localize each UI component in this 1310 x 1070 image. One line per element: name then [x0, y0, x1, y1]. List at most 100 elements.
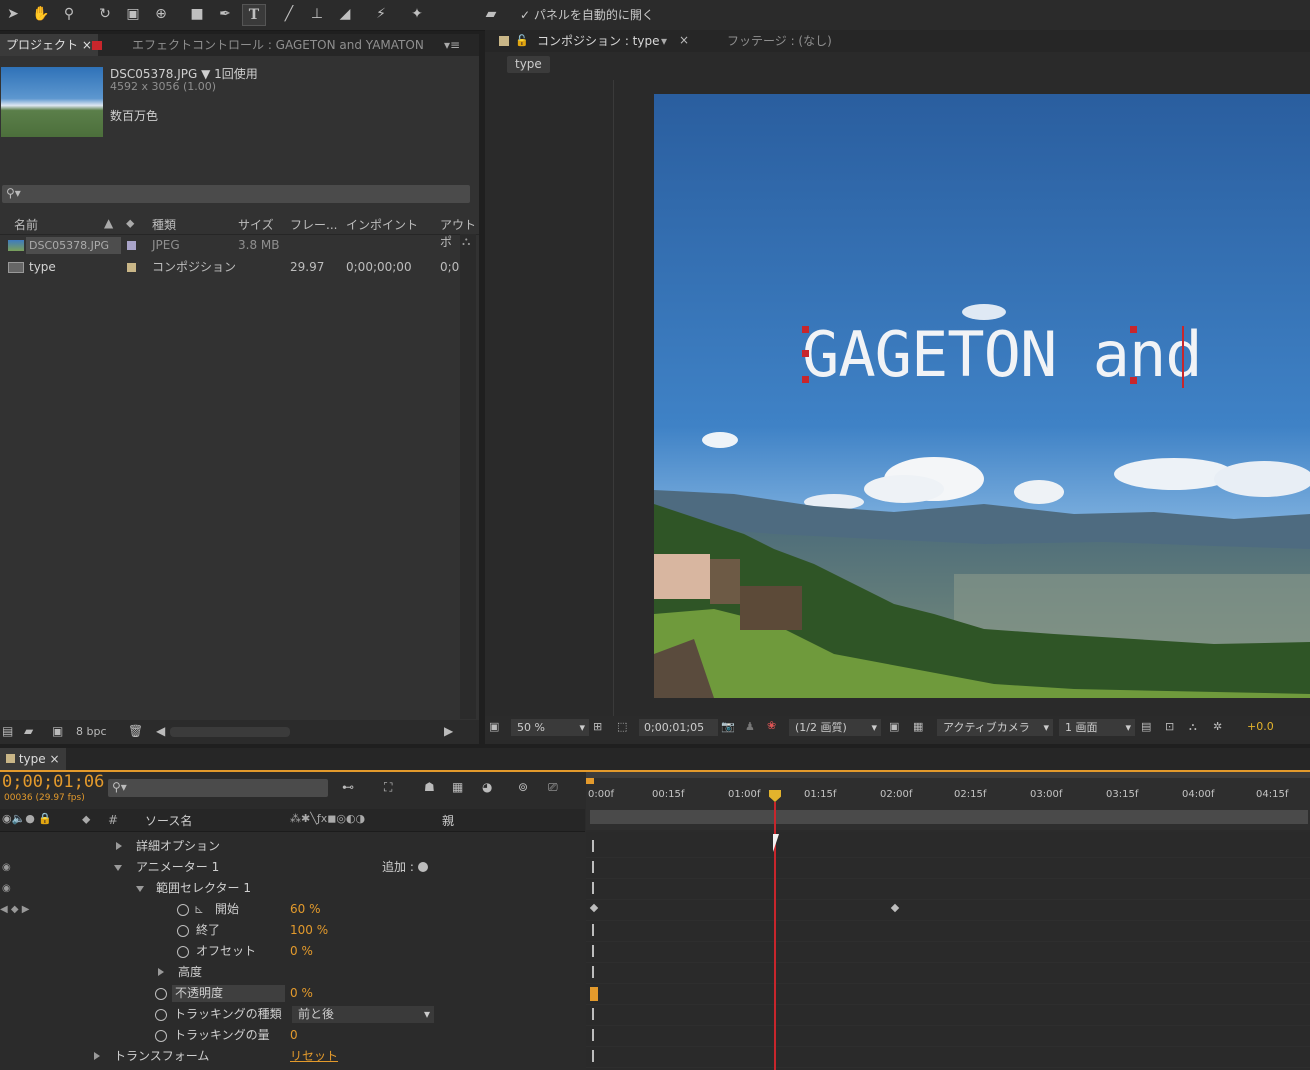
shy-layers-icon[interactable]: ☗ — [424, 780, 435, 794]
puppet-tool-icon[interactable]: ✦ — [406, 4, 428, 24]
flowchart-icon[interactable]: ⛬ — [462, 234, 470, 249]
view-layout-dropdown[interactable]: 1 画面 ▾ — [1059, 719, 1135, 736]
folder-icon[interactable]: ▰ — [480, 4, 502, 24]
transparency-grid-icon[interactable]: ▦ — [913, 720, 923, 733]
stopwatch-icon[interactable] — [155, 1009, 167, 1021]
new-composition-icon[interactable]: ▣ — [52, 724, 63, 738]
rotate-tool-icon[interactable]: ↻ — [94, 4, 116, 24]
interpret-footage-icon[interactable]: ▤ — [2, 724, 13, 738]
project-scrollbar[interactable]: ⛬ — [460, 234, 476, 719]
brush-tool-icon[interactable]: ╱ — [278, 4, 300, 24]
composition-viewer[interactable]: GAGETON and — [654, 94, 1310, 698]
collapse-arrow-icon[interactable] — [136, 886, 144, 892]
label-color-swatch[interactable] — [127, 263, 136, 272]
work-area-range[interactable] — [590, 810, 1308, 824]
column-name[interactable]: 名前 — [14, 216, 38, 233]
property-value[interactable]: 0 — [290, 1025, 298, 1046]
project-item-row[interactable]: DSC05378.JPG JPEG 3.8 MB — [0, 235, 459, 256]
property-row-tracking-type[interactable]: トラッキングの種類 前と後 ▾ — [0, 1004, 585, 1025]
graph-editor-icon[interactable]: ⊚ — [518, 780, 528, 794]
property-row-tracking-amount[interactable]: トラッキングの量 0 — [0, 1025, 585, 1046]
always-preview-icon[interactable]: ▣ — [489, 720, 499, 733]
stopwatch-icon[interactable] — [177, 904, 189, 916]
pen-tool-icon[interactable]: ✒ — [214, 4, 236, 24]
horizontal-scrollbar-thumb[interactable] — [170, 727, 290, 737]
fit-icon[interactable]: ⊞ — [593, 720, 602, 733]
selection-tool-icon[interactable]: ➤ — [2, 4, 24, 24]
stopwatch-icon[interactable] — [155, 988, 167, 1000]
layer-handle[interactable] — [802, 376, 809, 383]
timeline-search-input[interactable]: ⚲▾ — [108, 779, 328, 797]
camera-dropdown[interactable]: アクティブカメラ ▾ — [937, 719, 1053, 736]
comp-dropdown-icon[interactable]: ▾ — [661, 34, 667, 48]
auto-open-panels-checkbox[interactable]: ✓ パネルを自動的に開く — [520, 6, 654, 23]
roto-brush-tool-icon[interactable]: ⚡ — [370, 4, 392, 24]
column-frame[interactable]: フレー... — [290, 216, 337, 233]
current-timecode[interactable]: 0;00;01;06 — [2, 772, 104, 792]
layer-handle[interactable] — [1130, 377, 1137, 384]
eraser-tool-icon[interactable]: ◢ — [334, 4, 356, 24]
scroll-right-icon[interactable]: ▶ — [444, 724, 453, 738]
add-property-button[interactable]: 追加 : — [382, 857, 414, 878]
eye-icon[interactable]: ◉ — [2, 857, 11, 878]
property-value[interactable]: 60 % — [290, 899, 321, 920]
panel-menu-icon[interactable]: ▾≡ — [444, 38, 460, 52]
expand-arrow-icon[interactable] — [116, 842, 122, 850]
comp-flowchart-icon[interactable]: ⛬ — [1189, 720, 1197, 734]
snapshot-icon[interactable]: 📷 — [721, 720, 735, 733]
work-area-bar[interactable] — [586, 772, 1310, 778]
draft-3d-icon[interactable]: ⛶ — [384, 780, 392, 795]
scroll-left-icon[interactable]: ◀ — [156, 724, 165, 738]
text-layer-overlay[interactable]: GAGETON and — [802, 320, 1203, 390]
comp-flowchart-button[interactable]: type — [507, 56, 550, 73]
rectangle-tool-icon[interactable]: ■ — [186, 4, 208, 24]
property-row-end[interactable]: 終了 100 % — [0, 920, 585, 941]
label-tag-icon[interactable]: ⬥ — [82, 812, 90, 827]
clone-stamp-tool-icon[interactable]: ⊥ — [306, 4, 328, 24]
reset-link[interactable]: リセット — [290, 1046, 338, 1067]
property-value[interactable]: 0 % — [290, 941, 313, 962]
zoom-dropdown[interactable]: 50 % ▾ — [511, 719, 589, 736]
resolution-dropdown[interactable]: (1/2 画質) ▾ — [789, 719, 881, 736]
stopwatch-icon[interactable] — [177, 925, 189, 937]
property-value[interactable]: 100 % — [290, 920, 328, 941]
time-ruler[interactable] — [586, 772, 1310, 830]
label-color-swatch[interactable] — [127, 241, 136, 250]
motion-blur-icon[interactable]: ◕ — [482, 780, 492, 794]
comp-mini-flowchart-icon[interactable]: ⊷ — [342, 780, 354, 794]
hand-tool-icon[interactable]: ✋ — [30, 4, 52, 24]
render-queue-icon[interactable]: ⎚ — [548, 780, 558, 795]
expand-arrow-icon[interactable] — [158, 968, 164, 976]
column-inpoint[interactable]: インポイント — [346, 216, 418, 233]
pan-behind-tool-icon[interactable]: ⊕ — [150, 4, 172, 24]
tab-timeline-type[interactable]: type × — [0, 748, 66, 770]
close-icon[interactable]: × — [82, 38, 92, 52]
stopwatch-icon[interactable] — [177, 946, 189, 958]
text-tool-icon[interactable]: T — [242, 4, 266, 26]
layer-handle[interactable] — [802, 326, 809, 333]
tracking-type-dropdown[interactable]: 前と後 ▾ — [292, 1006, 434, 1023]
eye-icon[interactable]: ◉ — [2, 878, 11, 899]
layer-handle[interactable] — [1130, 326, 1137, 333]
property-row-advanced[interactable]: 高度 — [0, 962, 585, 983]
selected-marker-icon[interactable] — [590, 987, 598, 1001]
property-row-opacity[interactable]: 不透明度 0 % — [0, 983, 585, 1004]
av-features-icon[interactable]: ◉🔈● 🔒 — [2, 812, 52, 825]
graph-icon[interactable]: ⊾ — [194, 899, 204, 920]
tab-footage[interactable]: フッテージ : (なし) — [721, 30, 838, 52]
trash-icon[interactable]: 🗑 — [128, 724, 143, 738]
close-icon[interactable]: × — [49, 752, 59, 766]
property-row-offset[interactable]: オフセット 0 % — [0, 941, 585, 962]
switches-icon[interactable]: ⁂✱╲ƒx◼◎◐◑ — [290, 812, 365, 825]
property-value[interactable]: 0 % — [290, 983, 313, 1004]
stopwatch-icon[interactable] — [155, 1030, 167, 1042]
zoom-tool-icon[interactable]: ⚲ — [58, 4, 80, 24]
exposure-value[interactable]: +0.0 — [1247, 720, 1274, 733]
lock-icon[interactable]: 🔓 — [515, 34, 529, 47]
property-row-animator[interactable]: ◉ アニメーター 1 追加 : — [0, 857, 585, 878]
region-of-interest-icon[interactable]: ⬚ — [617, 720, 627, 733]
bpc-button[interactable]: 8 bpc — [76, 725, 107, 738]
tab-composition[interactable]: コンポジション : type — [531, 30, 665, 52]
current-time-field[interactable]: 0;00;01;05 — [639, 719, 718, 736]
collapse-arrow-icon[interactable] — [114, 865, 122, 871]
